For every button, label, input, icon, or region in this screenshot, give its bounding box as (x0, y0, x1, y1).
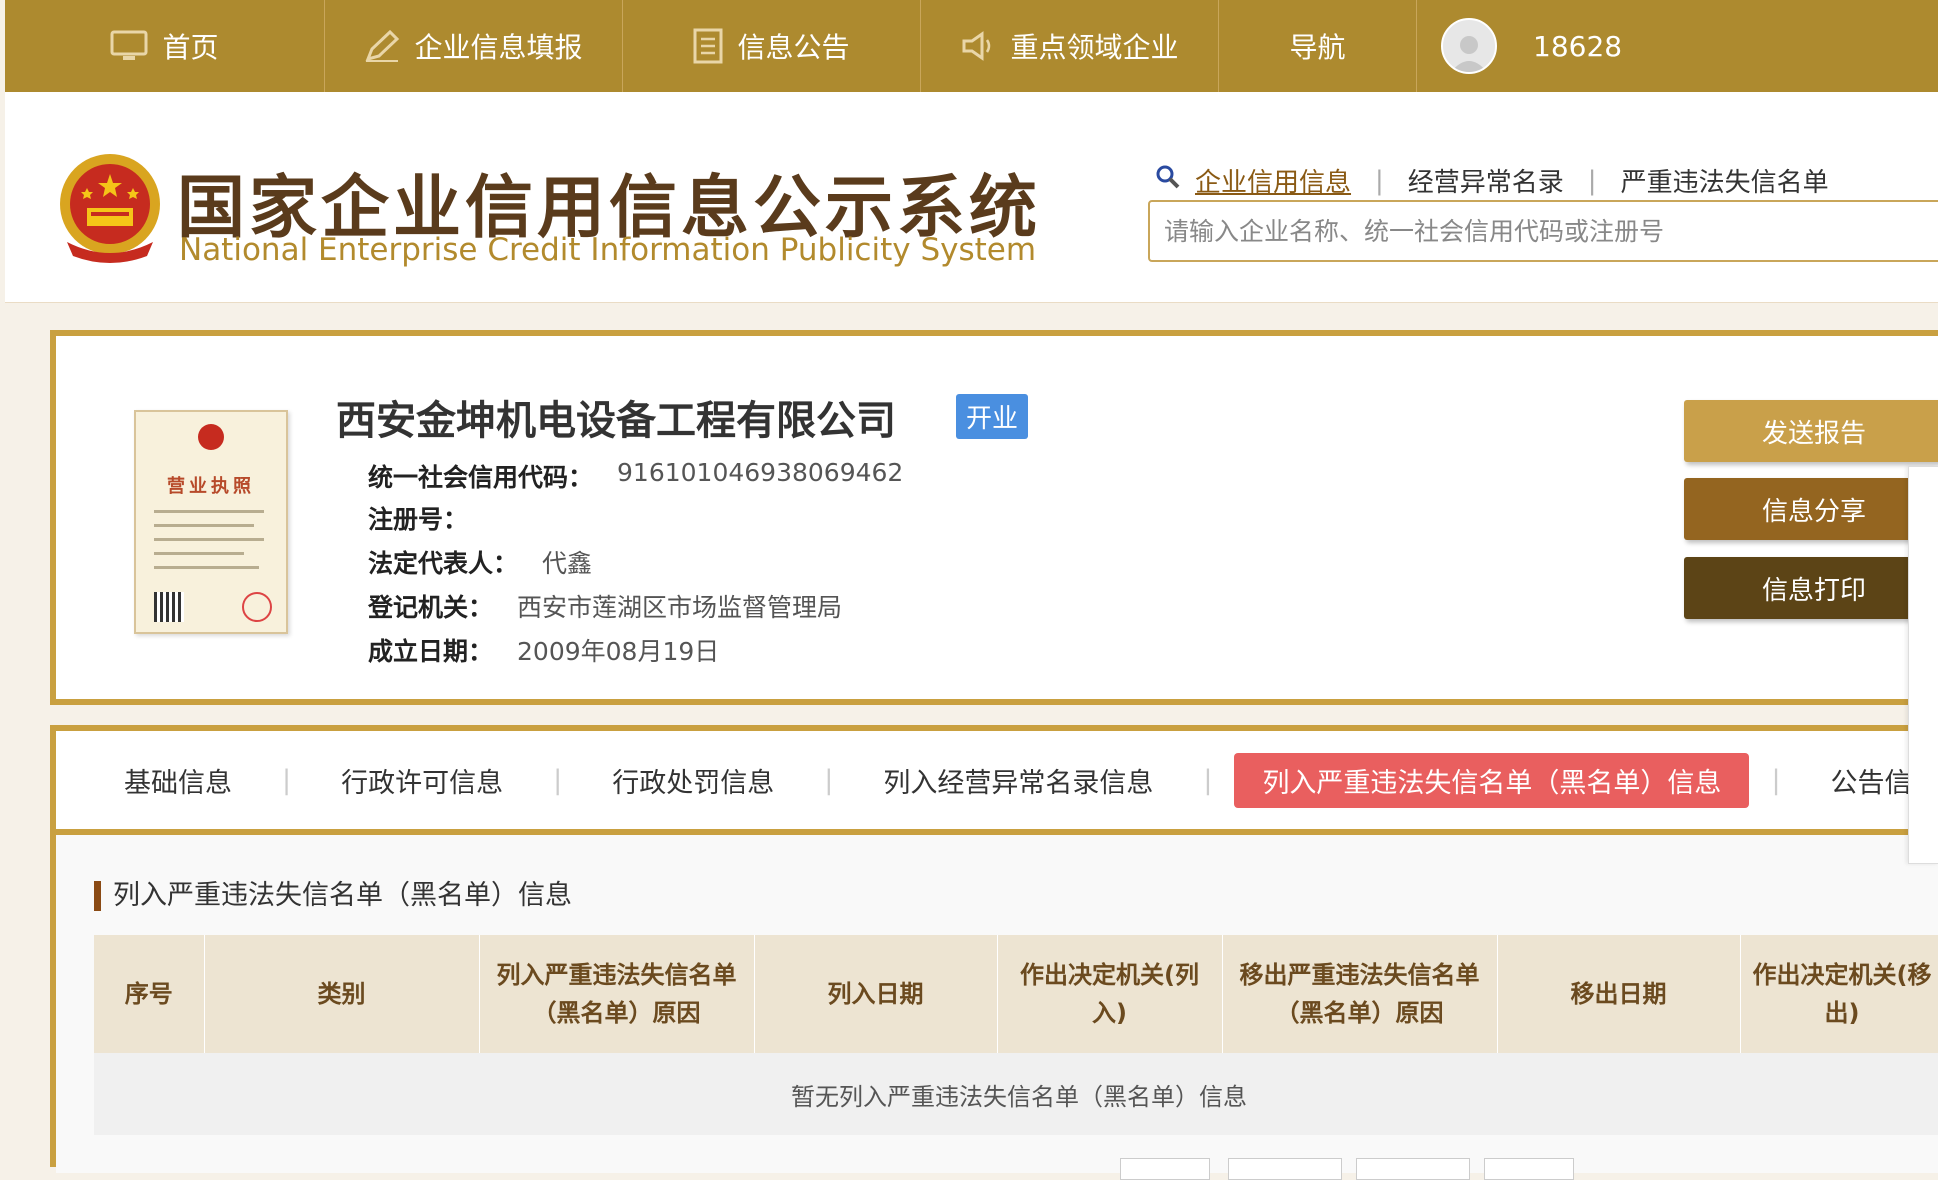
nav-label: 企业信息填报 (414, 31, 583, 64)
pagination-button[interactable] (1120, 1158, 1210, 1180)
field-value: 西安市莲湖区市场监督管理局 (517, 593, 843, 622)
field-label: 登记机关： (368, 593, 494, 622)
info-registration-number: 注册号： (368, 500, 492, 536)
site-header: 国家企业信用信息公示系统 National Enterprise Credit … (5, 92, 1938, 303)
field-value: 916101046938069462 (617, 458, 904, 487)
share-info-button[interactable]: 信息分享 (1684, 478, 1938, 540)
business-license-image[interactable]: 营业执照 (134, 410, 288, 634)
divider: | (553, 764, 563, 796)
status-badge: 开业 (956, 394, 1029, 439)
divider: | (1771, 764, 1781, 796)
document-icon (693, 28, 723, 64)
divider: | (1203, 764, 1213, 796)
nav-label: 重点领域企业 (1010, 31, 1179, 64)
table-row: 暂无列入严重违法失信名单（黑名单）信息 (94, 1053, 1938, 1135)
side-float-toolbar[interactable] (1908, 466, 1938, 864)
search-link-credit-info[interactable]: 企业信用信息 (1195, 162, 1351, 199)
print-info-button[interactable]: 信息打印 (1684, 557, 1938, 619)
column-header: 列入日期 (754, 935, 998, 1053)
section-title: 列入严重违法失信名单（黑名单）信息 (94, 881, 572, 911)
field-label: 统一社会信用代码： (368, 463, 594, 492)
license-text-line (154, 538, 264, 541)
search-box (1148, 200, 1938, 262)
column-header: 序号 (94, 935, 205, 1053)
license-text-line (154, 566, 259, 569)
nav-home[interactable]: 首页 (5, 0, 325, 92)
field-value: 2009年08月19日 (517, 637, 720, 666)
blacklist-table: 序号 类别 列入严重违法失信名单（黑名单）原因 列入日期 作出决定机关(列入) … (94, 935, 1938, 1135)
nav-label: 导航 (1289, 31, 1346, 64)
divider: | (1587, 165, 1597, 196)
nav-guide[interactable]: 导航 (1219, 0, 1417, 92)
pen-icon (364, 29, 400, 63)
qr-code-icon (154, 592, 184, 622)
divider: | (824, 764, 834, 796)
company-name: 西安金坤机电设备工程有限公司 (336, 398, 896, 444)
field-label: 法定代表人： (368, 549, 519, 578)
top-navigation: 首页 企业信息填报 信息公告 重点领域企业 导航 18628 (5, 0, 1938, 92)
tab-admin-penalty[interactable]: 行政处罚信息 (584, 753, 802, 808)
user-phone: 18628 (1533, 29, 1623, 63)
monitor-icon (110, 30, 148, 62)
divider: | (1375, 165, 1384, 196)
search-link-abnormal-list[interactable]: 经营异常名录 (1408, 162, 1564, 199)
search-link-blacklist[interactable]: 严重违法失信名单 (1621, 162, 1829, 199)
search-icon (1155, 164, 1181, 197)
detail-panel: 基础信息 | 行政许可信息 | 行政处罚信息 | 列入经营异常名录信息 | 列入… (50, 725, 1938, 1173)
info-registration-authority: 登记机关： 西安市莲湖区市场监督管理局 (368, 588, 842, 624)
column-header: 类别 (204, 935, 480, 1053)
info-tabs: 基础信息 | 行政许可信息 | 行政处罚信息 | 列入经营异常名录信息 | 列入… (56, 731, 1938, 835)
blacklist-section: 列入严重违法失信名单（黑名单）信息 序号 类别 列入严重违法失信名单（黑名单）原… (56, 835, 1938, 1173)
tab-admin-license[interactable]: 行政许可信息 (313, 753, 531, 808)
license-title: 营业执照 (167, 476, 255, 497)
column-header: 作出决定机关(列入) (997, 935, 1223, 1053)
column-header: 移出严重违法失信名单（黑名单）原因 (1222, 935, 1498, 1053)
national-emblem-icon (55, 152, 165, 268)
field-label: 成立日期： (368, 637, 494, 666)
pagination-button[interactable] (1484, 1158, 1574, 1180)
nav-enterprise-report[interactable]: 企业信息填报 (325, 0, 623, 92)
pagination-button[interactable] (1228, 1158, 1342, 1180)
tab-basic-info[interactable]: 基础信息 (96, 753, 260, 808)
pagination-button[interactable] (1356, 1158, 1470, 1180)
nav-announcement[interactable]: 信息公告 (623, 0, 921, 92)
avatar[interactable] (1441, 18, 1497, 74)
license-text-line (154, 510, 264, 513)
search-input[interactable] (1162, 215, 1938, 247)
info-establishment-date: 成立日期： 2009年08月19日 (368, 632, 719, 668)
nav-key-enterprises[interactable]: 重点领域企业 (921, 0, 1219, 92)
license-text-line (154, 552, 244, 555)
send-report-button[interactable]: 发送报告 (1684, 400, 1938, 462)
column-header: 列入严重违法失信名单（黑名单）原因 (479, 935, 755, 1053)
nav-label: 信息公告 (737, 31, 850, 64)
info-legal-representative: 法定代表人： 代鑫 (368, 544, 592, 580)
empty-message: 暂无列入严重违法失信名单（黑名单）信息 (94, 1053, 1938, 1135)
speaker-icon (960, 31, 996, 61)
column-header: 移出日期 (1497, 935, 1741, 1053)
license-emblem-icon (198, 424, 224, 450)
tab-blacklist[interactable]: 列入严重违法失信名单（黑名单）信息 (1234, 752, 1750, 808)
field-value: 代鑫 (542, 549, 593, 578)
user-menu[interactable]: 18628 (1417, 0, 1938, 92)
license-text-line (154, 524, 254, 527)
column-header: 作出决定机关(移出) (1740, 935, 1938, 1053)
table-header-row: 序号 类别 列入严重违法失信名单（黑名单）原因 列入日期 作出决定机关(列入) … (94, 935, 1938, 1053)
tab-abnormal-list[interactable]: 列入经营异常名录信息 (855, 753, 1181, 808)
info-credit-code: 统一社会信用代码： 916101046938069462 (368, 458, 903, 494)
search-type-links: 企业信用信息 | 经营异常名录 | 严重违法失信名单 (1155, 162, 1829, 199)
site-title-english: National Enterprise Credit Information P… (179, 232, 1037, 268)
nav-label: 首页 (162, 31, 219, 64)
user-icon (1451, 36, 1487, 72)
company-summary-card: 营业执照 西安金坤机电设备工程有限公司 开业 统一社会信用代码： 9161010… (50, 330, 1938, 705)
divider: | (282, 764, 292, 796)
field-label: 注册号： (368, 505, 469, 534)
stamp-icon (242, 592, 272, 622)
